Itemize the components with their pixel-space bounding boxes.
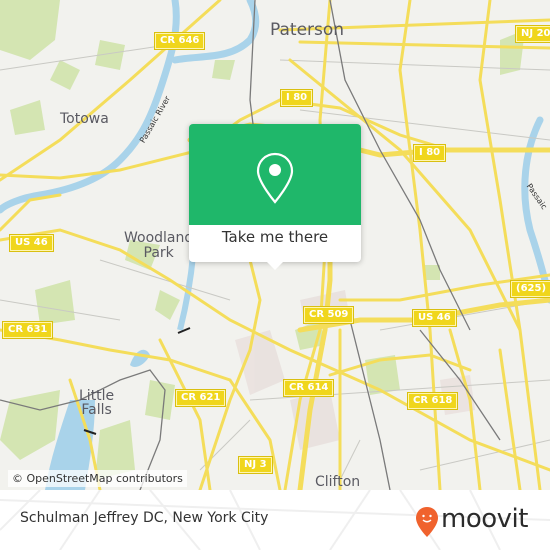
road-shield-nj20: NJ 20 bbox=[516, 26, 550, 42]
place-label-totowa: Totowa bbox=[60, 111, 109, 127]
road-shield-nj3: NJ 3 bbox=[239, 457, 272, 473]
road-shield-us46-east: US 46 bbox=[413, 310, 456, 326]
road-shield-cr621: CR 621 bbox=[176, 390, 226, 406]
road-shield-cr509: CR 509 bbox=[304, 307, 354, 323]
road-shield-i80-east: I 80 bbox=[414, 145, 446, 161]
moovit-pin-icon bbox=[416, 507, 438, 537]
road-shield-cr646: CR 646 bbox=[155, 33, 205, 49]
place-label-clifton: Clifton bbox=[315, 474, 361, 490]
place-label-woodland-park: Woodland Park bbox=[124, 230, 194, 261]
road-shield-cr625: (625) bbox=[511, 281, 550, 297]
place-label-paterson: Paterson bbox=[270, 20, 345, 40]
location-popup: Take me there bbox=[189, 124, 361, 270]
map-attribution[interactable]: © OpenStreetMap contributors bbox=[8, 470, 187, 487]
take-me-there-button[interactable]: Take me there bbox=[189, 228, 361, 246]
location-title: Schulman Jeffrey DC, New York City bbox=[20, 510, 269, 526]
road-shield-cr614: CR 614 bbox=[284, 380, 334, 396]
road-shield-i80-west: I 80 bbox=[281, 90, 313, 106]
road-shield-cr631: CR 631 bbox=[3, 322, 53, 338]
road-shield-cr618: CR 618 bbox=[408, 393, 458, 409]
popup-pointer bbox=[265, 260, 285, 270]
map-view[interactable]: Paterson Totowa Woodland Park Little Falls… bbox=[0, 0, 550, 490]
road-shield-us46-west: US 46 bbox=[10, 235, 53, 251]
footer-bar: Schulman Jeffrey DC, New York City moovi… bbox=[0, 490, 550, 550]
place-label-little-falls: Little Falls bbox=[79, 388, 115, 418]
popup-header bbox=[189, 124, 361, 225]
moovit-wordmark: moovit bbox=[441, 504, 528, 534]
map-pin-icon bbox=[256, 152, 294, 204]
